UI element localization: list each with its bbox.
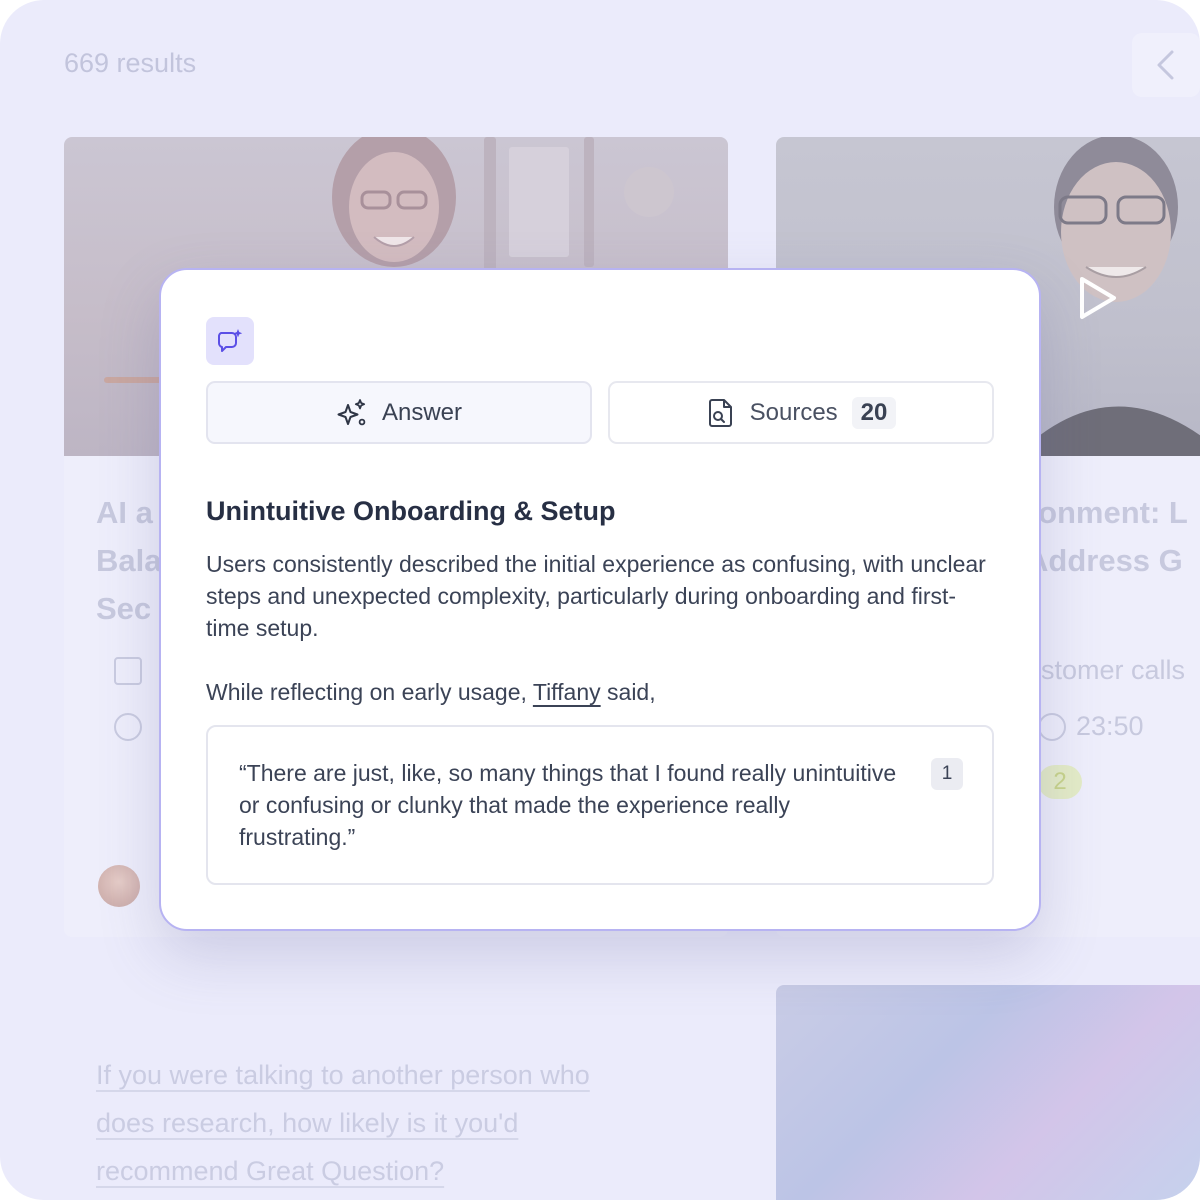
- sparkles-icon: [337, 398, 366, 425]
- document-search-icon: [708, 398, 732, 427]
- tab-answer-label: Answer: [381, 398, 463, 426]
- back-button[interactable]: [1132, 33, 1200, 97]
- duration-meta: [114, 713, 142, 741]
- insight-summary: Users consistently described the initial…: [206, 551, 986, 641]
- chevron-left-icon: [1157, 50, 1174, 80]
- insight-heading: Unintuitive Onboarding & Setup: [206, 496, 616, 526]
- tab-sources[interactable]: Sources 20: [608, 381, 994, 444]
- clock-icon: [1038, 712, 1066, 741]
- duration-meta: 23:50: [1038, 711, 1144, 742]
- play-icon[interactable]: [1076, 275, 1120, 321]
- question-card[interactable]: If you were talking to another person wh…: [64, 985, 728, 1200]
- quote-card[interactable]: “There are just, like, so many things th…: [206, 725, 994, 885]
- transcript-meta: [114, 657, 142, 685]
- ai-answer-modal: Answer Sources 20 Unintuitive Onboarding…: [159, 268, 1041, 931]
- participant-link[interactable]: Tiffany: [533, 679, 601, 705]
- question-link[interactable]: If you were talking to another person wh…: [96, 1051, 696, 1195]
- quote-intro: While reflecting on early usage, Tiffany…: [206, 679, 656, 705]
- ai-chat-icon: [206, 317, 254, 365]
- results-count: 669 results: [64, 48, 197, 78]
- card-title[interactable]: ronment: L Address G: [1026, 489, 1188, 585]
- video-thumbnail[interactable]: [776, 985, 1200, 1200]
- card-title[interactable]: AI a Bala Sec: [96, 489, 161, 633]
- tag-badge: 2: [1038, 765, 1082, 799]
- app-frame: 669 results AI a Bala Sec ronment: L Add…: [0, 0, 1200, 1200]
- avatar: [98, 865, 140, 907]
- citation-badge[interactable]: 1: [931, 758, 963, 790]
- sources-count-badge: 20: [851, 396, 897, 429]
- tab-sources-label: Sources: [749, 398, 838, 426]
- clock-icon: [114, 713, 142, 741]
- document-icon: [114, 657, 142, 685]
- tab-answer[interactable]: Answer: [206, 381, 592, 444]
- quote-text: “There are just, like, so many things th…: [239, 760, 897, 850]
- source-meta: stomer calls: [1041, 655, 1186, 685]
